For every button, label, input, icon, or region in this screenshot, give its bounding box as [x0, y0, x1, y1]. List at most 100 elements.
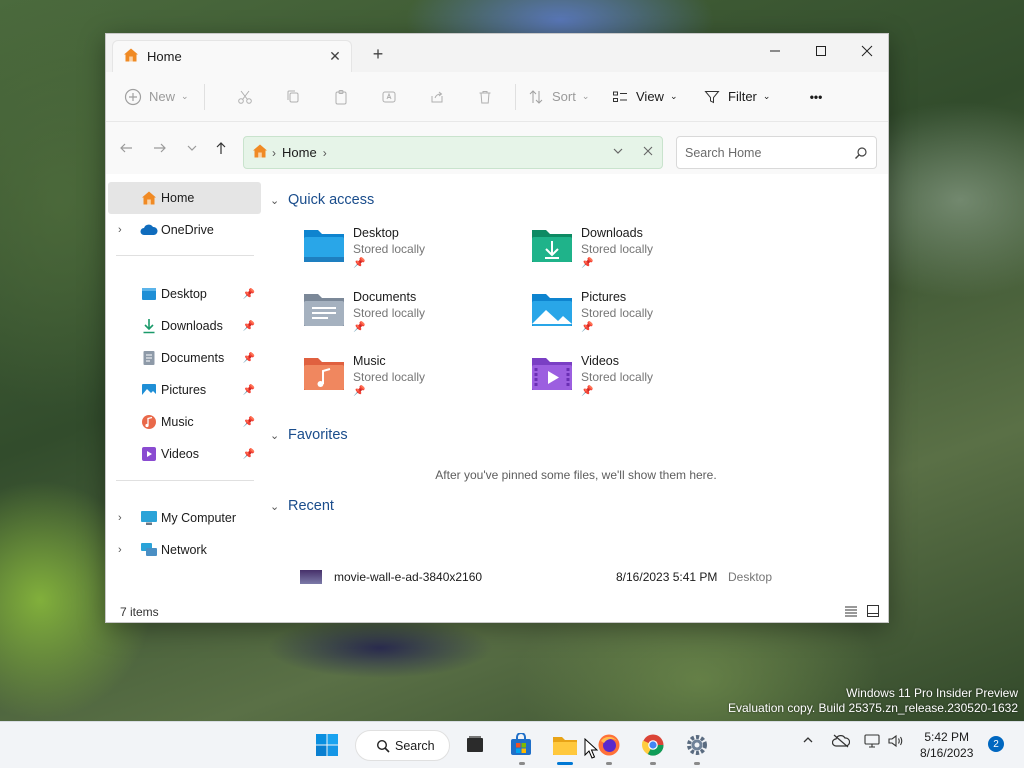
- back-button[interactable]: [114, 136, 138, 160]
- up-button[interactable]: [209, 136, 233, 160]
- details-view-button[interactable]: [844, 604, 858, 621]
- rename-button[interactable]: [365, 81, 413, 113]
- recent-header[interactable]: ⌄ Recent: [270, 498, 334, 514]
- running-indicator: [694, 762, 700, 765]
- new-label: New: [149, 89, 176, 104]
- address-bar[interactable]: › Home ›: [243, 136, 663, 169]
- file-explorer-taskbar-button[interactable]: [550, 730, 580, 760]
- search-input[interactable]: [685, 145, 854, 160]
- chrome-button[interactable]: [638, 730, 668, 760]
- new-tab-button[interactable]: +: [368, 44, 388, 65]
- sidebar-item-network[interactable]: › Network: [108, 534, 261, 566]
- task-view-button[interactable]: [460, 730, 490, 760]
- breadcrumb-home[interactable]: Home: [282, 145, 317, 160]
- pin-icon[interactable]: 📌: [243, 321, 255, 332]
- title-bar[interactable]: Home ✕ +: [106, 34, 888, 72]
- sidebar-item-desktop[interactable]: Desktop 📌: [108, 278, 261, 310]
- settings-button[interactable]: [682, 730, 712, 760]
- pin-icon[interactable]: 📌: [243, 385, 255, 396]
- taskbar-clock[interactable]: 5:42 PM 8/16/2023: [920, 729, 973, 761]
- sidebar-item-videos[interactable]: Videos 📌: [108, 438, 261, 470]
- tiles-view-button[interactable]: [866, 604, 880, 621]
- start-button[interactable]: [312, 730, 342, 760]
- favorites-header[interactable]: ⌄ Favorites: [270, 427, 348, 443]
- folder-name: Downloads: [581, 226, 643, 240]
- cut-button[interactable]: [221, 81, 269, 113]
- sidebar-item-label: Pictures: [161, 383, 207, 397]
- more-options-button[interactable]: •••: [798, 81, 834, 113]
- quick-access-music[interactable]: Music Stored locally 📌: [302, 352, 522, 408]
- active-indicator: [557, 762, 573, 765]
- forward-button[interactable]: [148, 136, 172, 160]
- copy-button[interactable]: [269, 81, 317, 113]
- chevron-right-icon[interactable]: ›: [118, 224, 122, 236]
- sidebar-item-downloads[interactable]: Downloads 📌: [108, 310, 261, 342]
- tab-close-icon[interactable]: ✕: [325, 48, 345, 65]
- close-icon: [643, 146, 653, 156]
- share-button[interactable]: [413, 81, 461, 113]
- new-button[interactable]: New ⌄: [124, 81, 204, 113]
- volume-tray-button[interactable]: [888, 734, 904, 751]
- quick-access-header[interactable]: ⌄ Quick access: [270, 192, 374, 208]
- sidebar-item-pictures[interactable]: Pictures 📌: [108, 374, 261, 406]
- maximize-icon: [816, 46, 826, 56]
- pin-icon: 📌: [581, 386, 594, 397]
- chevron-right-icon[interactable]: ›: [118, 544, 122, 556]
- quick-access-videos[interactable]: Videos Stored locally 📌: [530, 352, 750, 408]
- close-window-button[interactable]: [844, 38, 890, 64]
- address-history-button[interactable]: [612, 145, 624, 160]
- clear-address-button[interactable]: [642, 145, 654, 160]
- tab-home[interactable]: Home ✕: [112, 40, 352, 72]
- sidebar-item-label: Downloads: [161, 319, 223, 333]
- file-explorer-window: Home ✕ + New ⌄ Sort ⌄ View ⌄ Filter ⌄ ••…: [105, 33, 889, 623]
- pin-icon[interactable]: 📌: [243, 353, 255, 364]
- breadcrumb-separator[interactable]: ›: [323, 146, 327, 160]
- cloud-icon: [140, 222, 158, 238]
- quick-access-documents[interactable]: Documents Stored locally 📌: [302, 288, 522, 344]
- quick-access-desktop[interactable]: Desktop Stored locally 📌: [302, 224, 522, 280]
- recent-file-row[interactable]: movie-wall-e-ad-3840x2160 8/16/2023 5:41…: [300, 565, 860, 589]
- maximize-button[interactable]: [798, 38, 844, 64]
- show-hidden-icons-button[interactable]: [802, 734, 814, 749]
- quick-access-pictures[interactable]: Pictures Stored locally 📌: [530, 288, 750, 344]
- clock-date: 8/16/2023: [920, 746, 974, 760]
- search-box[interactable]: [676, 136, 877, 169]
- running-indicator: [606, 762, 612, 765]
- chevron-down-icon: ⌄: [270, 500, 280, 513]
- pin-icon[interactable]: 📌: [243, 449, 255, 460]
- sidebar-item-documents[interactable]: Documents 📌: [108, 342, 261, 374]
- video-icon: [140, 446, 158, 462]
- chevron-right-icon[interactable]: ›: [118, 512, 122, 524]
- folder-name: Videos: [581, 354, 619, 368]
- command-bar: New ⌄ Sort ⌄ View ⌄ Filter ⌄ •••: [106, 72, 888, 122]
- sidebar-item-music[interactable]: Music 📌: [108, 406, 261, 438]
- firefox-button[interactable]: [594, 730, 624, 760]
- sidebar-item-onedrive[interactable]: › OneDrive: [108, 214, 261, 246]
- microsoft-store-button[interactable]: [506, 730, 536, 760]
- paste-button[interactable]: [317, 81, 365, 113]
- sort-button[interactable]: Sort ⌄: [528, 81, 606, 113]
- quick-access-downloads[interactable]: Downloads Stored locally 📌: [530, 224, 750, 280]
- pin-icon[interactable]: 📌: [243, 417, 255, 428]
- folder-name: Desktop: [353, 226, 399, 240]
- onedrive-tray-button[interactable]: [831, 734, 851, 751]
- taskbar-search[interactable]: Search: [355, 730, 450, 761]
- sort-label: Sort: [552, 89, 576, 104]
- delete-button[interactable]: [461, 81, 509, 113]
- view-button[interactable]: View ⌄: [612, 81, 700, 113]
- search-icon[interactable]: [854, 146, 868, 160]
- arrow-up-icon: [216, 142, 226, 154]
- section-title: Favorites: [288, 427, 348, 443]
- content-pane: ⌄ Quick access Desktop Stored locally 📌 …: [262, 174, 890, 594]
- network-tray-button[interactable]: [864, 734, 880, 751]
- notification-badge[interactable]: 2: [988, 736, 1004, 752]
- sidebar-item-home[interactable]: Home: [108, 182, 261, 214]
- sidebar-item-my-computer[interactable]: › My Computer: [108, 502, 261, 534]
- toolbar-divider: [515, 83, 516, 110]
- evaluation-watermark: Windows 11 Pro Insider Preview Evaluatio…: [728, 686, 1018, 716]
- pin-icon[interactable]: 📌: [243, 289, 255, 300]
- minimize-button[interactable]: [752, 38, 798, 64]
- recent-locations-button[interactable]: [180, 136, 204, 160]
- filter-button[interactable]: Filter ⌄: [704, 81, 788, 113]
- scissors-icon: [238, 90, 252, 104]
